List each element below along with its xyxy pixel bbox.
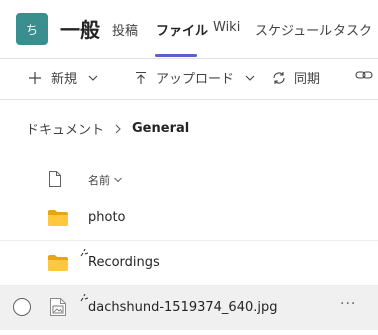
sync-icon xyxy=(273,71,285,84)
file-name[interactable]: dachshund-1519374_640.jpg xyxy=(88,300,278,315)
tab-files[interactable]: ファイル xyxy=(156,20,208,39)
more-options-button[interactable]: ··· xyxy=(340,296,356,312)
team-avatar[interactable]: ち xyxy=(16,13,48,45)
plus-icon xyxy=(29,71,41,84)
tab-wiki[interactable]: Wiki xyxy=(213,20,240,35)
chevron-down-icon xyxy=(88,75,98,81)
name-column-header[interactable]: 名前 xyxy=(88,172,123,188)
list-item-dachshund[interactable]: dachshund-1519374_640.jpg ··· xyxy=(0,286,378,330)
file-list-header: 名前 xyxy=(0,168,378,192)
channel-header: ち 一般 投稿 ファイル Wiki スケジュール タスク xyxy=(0,0,378,58)
list-item-photo[interactable]: photo xyxy=(0,196,378,240)
breadcrumb-current: General xyxy=(132,121,190,136)
list-item-recordings[interactable]: Recordings xyxy=(0,241,378,285)
file-name[interactable]: Recordings xyxy=(88,255,160,270)
new-item-icon xyxy=(80,249,88,257)
sync-button[interactable]: 同期 xyxy=(271,68,320,87)
chevron-down-icon xyxy=(114,177,122,183)
sync-button-label: 同期 xyxy=(294,72,321,87)
name-column-label: 名前 xyxy=(88,174,110,187)
file-name[interactable]: photo xyxy=(88,210,126,225)
file-type-icon[interactable] xyxy=(48,170,62,188)
new-item-icon xyxy=(80,294,88,302)
new-button[interactable]: 新規 xyxy=(28,68,99,87)
row-select-radio[interactable] xyxy=(13,298,31,316)
tab-schedule[interactable]: スケジュール xyxy=(255,20,332,39)
command-bar-divider xyxy=(0,99,378,100)
chevron-right-icon xyxy=(115,124,121,133)
tab-posts[interactable]: 投稿 xyxy=(112,20,138,39)
new-button-label: 新規 xyxy=(51,72,78,87)
link-icon xyxy=(355,71,373,79)
copy-link-button[interactable] xyxy=(355,68,373,82)
folder-icon xyxy=(48,255,68,271)
active-tab-indicator xyxy=(155,54,197,57)
tab-tasks[interactable]: タスク xyxy=(333,20,372,39)
breadcrumb: ドキュメント General xyxy=(26,119,189,138)
header-divider xyxy=(0,58,378,59)
chevron-down-icon xyxy=(245,75,255,81)
upload-icon xyxy=(136,71,146,84)
image-file-icon xyxy=(50,298,66,316)
breadcrumb-root[interactable]: ドキュメント xyxy=(26,119,104,138)
folder-icon xyxy=(48,210,68,226)
upload-button[interactable]: アップロード xyxy=(134,68,256,87)
upload-button-label: アップロード xyxy=(156,72,235,87)
channel-title: 一般 xyxy=(60,18,100,42)
